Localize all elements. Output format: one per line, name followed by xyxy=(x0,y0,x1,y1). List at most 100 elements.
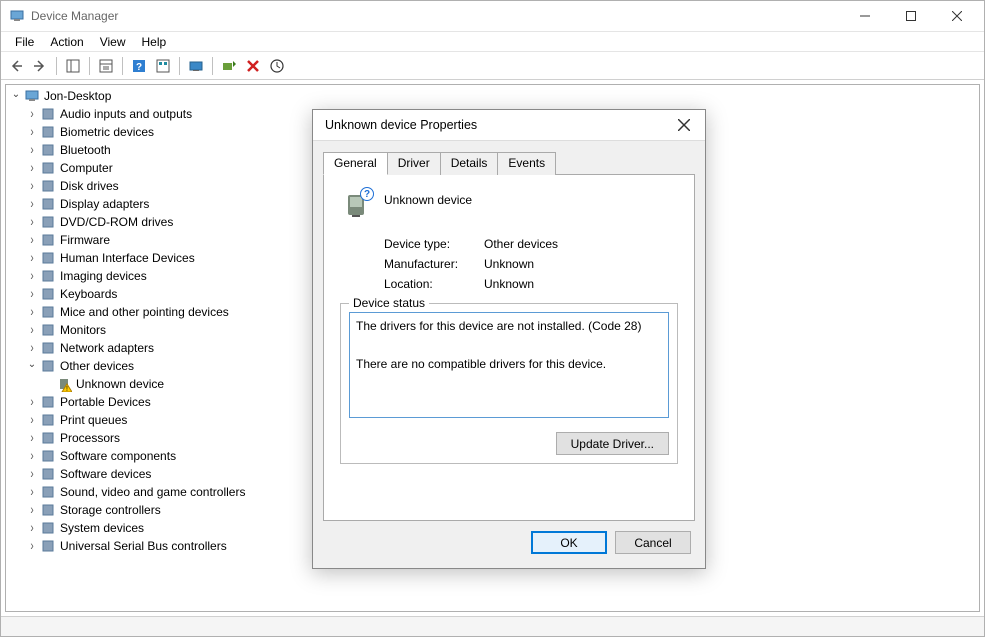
expand-icon[interactable] xyxy=(24,289,40,300)
tab-driver[interactable]: Driver xyxy=(387,152,441,175)
update-driver-toolbar-button[interactable] xyxy=(266,55,288,77)
category-icon xyxy=(40,322,56,338)
category-icon xyxy=(40,448,56,464)
expand-icon[interactable] xyxy=(24,235,40,246)
tree-category-label: Print queues xyxy=(60,413,127,427)
category-icon xyxy=(40,502,56,518)
expand-icon[interactable] xyxy=(24,487,40,498)
expand-icon[interactable] xyxy=(24,307,40,318)
expand-icon[interactable] xyxy=(8,91,24,102)
tree-category-label: Keyboards xyxy=(60,287,117,301)
cancel-button[interactable]: Cancel xyxy=(615,531,691,554)
expand-icon[interactable] xyxy=(24,397,40,408)
tree-category-label: Storage controllers xyxy=(60,503,161,517)
expand-icon[interactable] xyxy=(24,541,40,552)
expand-icon[interactable] xyxy=(24,433,40,444)
window-controls xyxy=(842,1,980,31)
category-icon xyxy=(40,232,56,248)
tree-category-label: Software devices xyxy=(60,467,151,481)
expand-icon[interactable] xyxy=(24,451,40,462)
minimize-button[interactable] xyxy=(842,1,888,31)
tree-device-label: Unknown device xyxy=(76,377,164,391)
add-legacy-button[interactable] xyxy=(218,55,240,77)
window-title: Device Manager xyxy=(31,9,842,23)
menu-help[interactable]: Help xyxy=(134,33,175,51)
expand-icon[interactable] xyxy=(24,199,40,210)
tree-category-label: Network adapters xyxy=(60,341,154,355)
tree-category-label: Biometric devices xyxy=(60,125,154,139)
tree-category-label: Sound, video and game controllers xyxy=(60,485,245,499)
uninstall-button[interactable] xyxy=(242,55,264,77)
tree-category-label: Mice and other pointing devices xyxy=(60,305,229,319)
device-icon: ? xyxy=(340,189,372,221)
category-icon xyxy=(40,106,56,122)
expand-icon[interactable] xyxy=(24,217,40,228)
dialog-footer: OK Cancel xyxy=(313,521,705,568)
expand-icon[interactable] xyxy=(24,145,40,156)
device-status-text[interactable]: The drivers for this device are not inst… xyxy=(349,312,669,418)
expand-icon[interactable] xyxy=(24,523,40,534)
tree-category-label: Bluetooth xyxy=(60,143,111,157)
category-icon xyxy=(40,340,56,356)
category-icon xyxy=(40,430,56,446)
ok-button[interactable]: OK xyxy=(531,531,607,554)
properties-button[interactable] xyxy=(95,55,117,77)
computer-icon xyxy=(24,88,40,104)
tree-category-label: System devices xyxy=(60,521,144,535)
tree-category-label: Portable Devices xyxy=(60,395,151,409)
dialog-titlebar: Unknown device Properties xyxy=(313,110,705,141)
expand-icon[interactable] xyxy=(24,163,40,174)
back-button[interactable] xyxy=(5,55,27,77)
expand-icon[interactable] xyxy=(24,181,40,192)
menu-action[interactable]: Action xyxy=(42,33,91,51)
location-label: Location: xyxy=(384,277,484,291)
device-status-label: Device status xyxy=(349,296,429,310)
forward-button[interactable] xyxy=(29,55,51,77)
tree-category-label: Firmware xyxy=(60,233,110,247)
expand-icon[interactable] xyxy=(24,505,40,516)
location-value: Unknown xyxy=(484,277,534,291)
category-icon xyxy=(40,466,56,482)
tab-events[interactable]: Events xyxy=(497,152,556,175)
view-button[interactable] xyxy=(152,55,174,77)
tree-root-label: Jon-Desktop xyxy=(44,89,111,103)
tree-category-label: Computer xyxy=(60,161,113,175)
category-icon xyxy=(40,538,56,554)
tree-category-label: Display adapters xyxy=(60,197,149,211)
expand-icon[interactable] xyxy=(24,469,40,480)
help-button[interactable]: ? xyxy=(128,55,150,77)
question-badge-icon: ? xyxy=(360,187,374,201)
close-button[interactable] xyxy=(934,1,980,31)
show-hide-tree-button[interactable] xyxy=(62,55,84,77)
tab-details[interactable]: Details xyxy=(440,152,499,175)
maximize-button[interactable] xyxy=(888,1,934,31)
category-icon xyxy=(40,268,56,284)
expand-icon[interactable] xyxy=(24,415,40,426)
menu-file[interactable]: File xyxy=(7,33,42,51)
expand-icon[interactable] xyxy=(24,325,40,336)
manufacturer-value: Unknown xyxy=(484,257,534,271)
expand-icon[interactable] xyxy=(24,343,40,354)
scan-hardware-button[interactable] xyxy=(185,55,207,77)
category-icon xyxy=(40,196,56,212)
category-icon xyxy=(40,124,56,140)
tree-category-label: Imaging devices xyxy=(60,269,147,283)
expand-icon[interactable] xyxy=(24,271,40,282)
dialog-close-button[interactable] xyxy=(669,110,699,140)
tab-general[interactable]: General xyxy=(323,152,388,175)
manufacturer-label: Manufacturer: xyxy=(384,257,484,271)
update-driver-button[interactable]: Update Driver... xyxy=(556,432,669,455)
expand-icon[interactable] xyxy=(24,127,40,138)
expand-icon[interactable] xyxy=(24,109,40,120)
tree-category-label: Software components xyxy=(60,449,176,463)
toolbar: ? xyxy=(1,52,984,80)
expand-icon[interactable] xyxy=(24,253,40,264)
statusbar xyxy=(1,616,984,636)
tree-category-label: Human Interface Devices xyxy=(60,251,195,265)
tree-root[interactable]: Jon-Desktop xyxy=(8,87,977,105)
category-icon xyxy=(40,178,56,194)
dialog-title: Unknown device Properties xyxy=(325,118,669,132)
menu-view[interactable]: View xyxy=(92,33,134,51)
category-icon xyxy=(40,484,56,500)
expand-icon[interactable] xyxy=(24,361,40,372)
